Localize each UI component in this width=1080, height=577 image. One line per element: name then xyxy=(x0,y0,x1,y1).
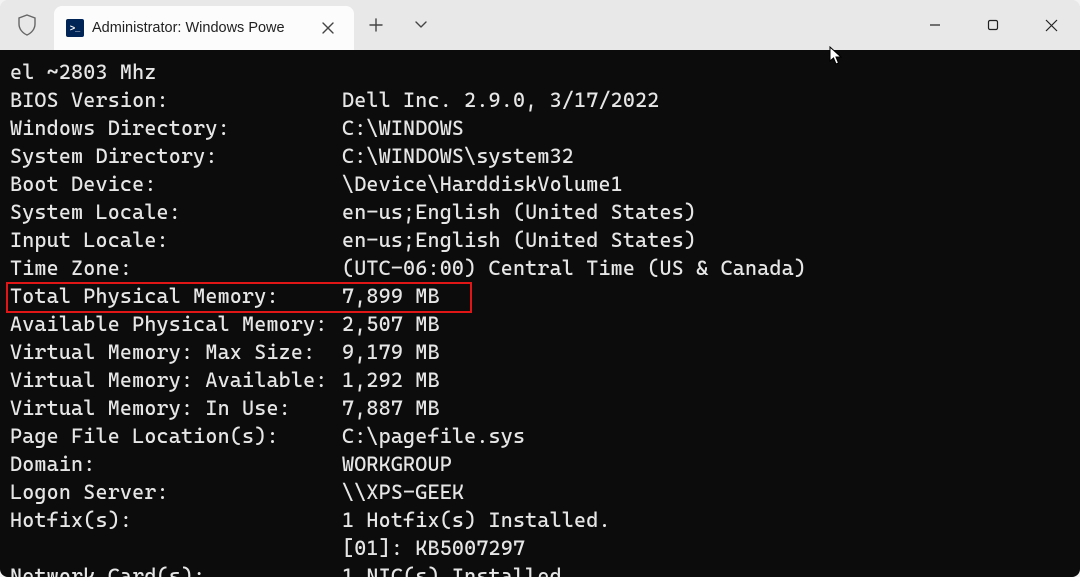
terminal-line: Network Card(s):1 NIC(s) Installed. xyxy=(10,562,1070,577)
terminal-line: Virtual Memory: Available:1,292 MB xyxy=(10,366,1070,394)
terminal-line: [01]: KB5007297 xyxy=(10,534,1070,562)
sysinfo-label: Boot Device: xyxy=(10,170,342,198)
sysinfo-label: Available Physical Memory: xyxy=(10,310,342,338)
sysinfo-label: Domain: xyxy=(10,450,342,478)
sysinfo-label xyxy=(10,534,342,562)
sysinfo-label: Virtual Memory: Available: xyxy=(10,366,342,394)
sysinfo-label: Hotfix(s): xyxy=(10,506,342,534)
tab-close-button[interactable] xyxy=(314,14,342,42)
plus-icon xyxy=(369,18,383,32)
terminal-line: el ~2803 Mhz xyxy=(10,58,1070,86)
terminal-line: Domain:WORKGROUP xyxy=(10,450,1070,478)
sysinfo-value: en-us;English (United States) xyxy=(342,226,696,254)
sysinfo-value: 7,899 MB xyxy=(342,282,440,310)
terminal-line: Hotfix(s):1 Hotfix(s) Installed. xyxy=(10,506,1070,534)
terminal-line: Time Zone:(UTC-06:00) Central Time (US &… xyxy=(10,254,1070,282)
sysinfo-value: en-us;English (United States) xyxy=(342,198,696,226)
powershell-icon: >_ xyxy=(66,19,84,37)
sysinfo-value: (UTC-06:00) Central Time (US & Canada) xyxy=(342,254,806,282)
terminal-output[interactable]: el ~2803 MhzBIOS Version:Dell Inc. 2.9.0… xyxy=(0,50,1080,577)
mouse-cursor-icon xyxy=(829,46,845,66)
sysinfo-value: 1,292 MB xyxy=(342,366,440,394)
sysinfo-value: Dell Inc. 2.9.0, 3/17/2022 xyxy=(342,86,660,114)
shield-icon xyxy=(0,14,54,36)
terminal-line: Boot Device:\Device\HarddiskVolume1 xyxy=(10,170,1070,198)
sysinfo-label: BIOS Version: xyxy=(10,86,342,114)
sysinfo-label: Total Physical Memory: xyxy=(10,282,342,310)
tab-dropdown-button[interactable] xyxy=(399,21,443,29)
tab-title: Administrator: Windows Powe xyxy=(92,20,285,36)
close-icon xyxy=(322,22,334,34)
sysinfo-value: C:\WINDOWS xyxy=(342,114,464,142)
terminal-line: BIOS Version:Dell Inc. 2.9.0, 3/17/2022 xyxy=(10,86,1070,114)
sysinfo-value: 2,507 MB xyxy=(342,310,440,338)
terminal-line: System Directory:C:\WINDOWS\system32 xyxy=(10,142,1070,170)
sysinfo-label: System Directory: xyxy=(10,142,342,170)
terminal-line: Windows Directory:C:\WINDOWS xyxy=(10,114,1070,142)
sysinfo-value: [01]: KB5007297 xyxy=(342,534,525,562)
terminal-line: Page File Location(s):C:\pagefile.sys xyxy=(10,422,1070,450)
terminal-line: Logon Server:\\XPS-GEEK xyxy=(10,478,1070,506)
terminal-line: Available Physical Memory:2,507 MB xyxy=(10,310,1070,338)
minimize-icon xyxy=(929,19,941,31)
sysinfo-label: Virtual Memory: In Use: xyxy=(10,394,342,422)
sysinfo-value: \\XPS-GEEK xyxy=(342,478,464,506)
sysinfo-label: Logon Server: xyxy=(10,478,342,506)
sysinfo-value: 1 NIC(s) Installed. xyxy=(342,562,574,577)
sysinfo-label: Network Card(s): xyxy=(10,562,342,577)
sysinfo-value: C:\WINDOWS\system32 xyxy=(342,142,574,170)
sysinfo-value: WORKGROUP xyxy=(342,450,452,478)
sysinfo-value: C:\pagefile.sys xyxy=(342,422,525,450)
chevron-down-icon xyxy=(415,21,427,29)
sysinfo-value: \Device\HarddiskVolume1 xyxy=(342,170,623,198)
sysinfo-label: Time Zone: xyxy=(10,254,342,282)
terminal-line: Virtual Memory: In Use:7,887 MB xyxy=(10,394,1070,422)
maximize-button[interactable] xyxy=(964,0,1022,50)
window-controls xyxy=(906,0,1080,50)
window-close-button[interactable] xyxy=(1022,0,1080,50)
sysinfo-value: 1 Hotfix(s) Installed. xyxy=(342,506,611,534)
sysinfo-label: Input Locale: xyxy=(10,226,342,254)
new-tab-button[interactable] xyxy=(354,18,398,32)
sysinfo-label: Page File Location(s): xyxy=(10,422,342,450)
maximize-icon xyxy=(987,19,999,31)
terminal-line: Virtual Memory: Max Size:9,179 MB xyxy=(10,338,1070,366)
app-window: >_ Administrator: Windows Powe xyxy=(0,0,1080,577)
sysinfo-label: Virtual Memory: Max Size: xyxy=(10,338,342,366)
sysinfo-label: System Locale: xyxy=(10,198,342,226)
terminal-line: System Locale:en-us;English (United Stat… xyxy=(10,198,1070,226)
terminal-line: Input Locale:en-us;English (United State… xyxy=(10,226,1070,254)
terminal-line: Total Physical Memory:7,899 MB xyxy=(10,282,1070,310)
titlebar[interactable]: >_ Administrator: Windows Powe xyxy=(0,0,1080,50)
sysinfo-label: Windows Directory: xyxy=(10,114,342,142)
minimize-button[interactable] xyxy=(906,0,964,50)
sysinfo-value: 9,179 MB xyxy=(342,338,440,366)
tab-active[interactable]: >_ Administrator: Windows Powe xyxy=(54,6,354,50)
sysinfo-value: 7,887 MB xyxy=(342,394,440,422)
close-icon xyxy=(1045,19,1058,32)
titlebar-left: >_ Administrator: Windows Powe xyxy=(0,0,443,50)
